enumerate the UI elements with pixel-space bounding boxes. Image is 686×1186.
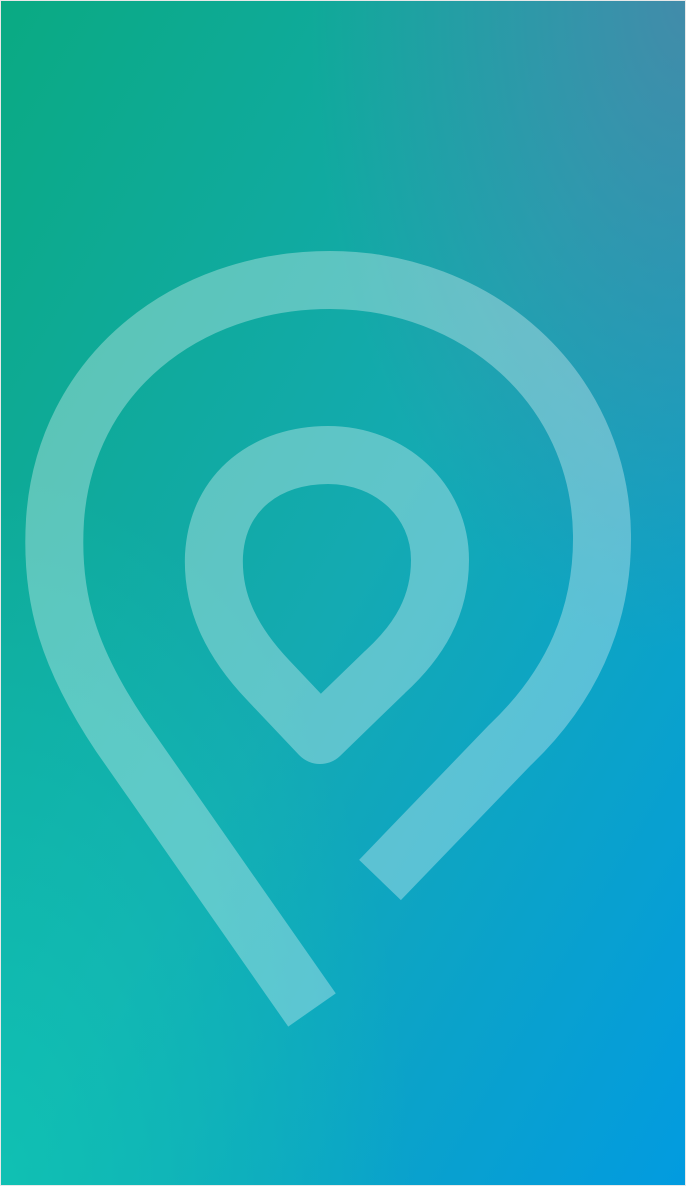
splash-screen (0, 0, 686, 1186)
inner-pin-stroke (184, 426, 469, 764)
outer-pin-stroke (25, 251, 632, 1027)
location-pin-logo-icon (25, 251, 632, 1027)
